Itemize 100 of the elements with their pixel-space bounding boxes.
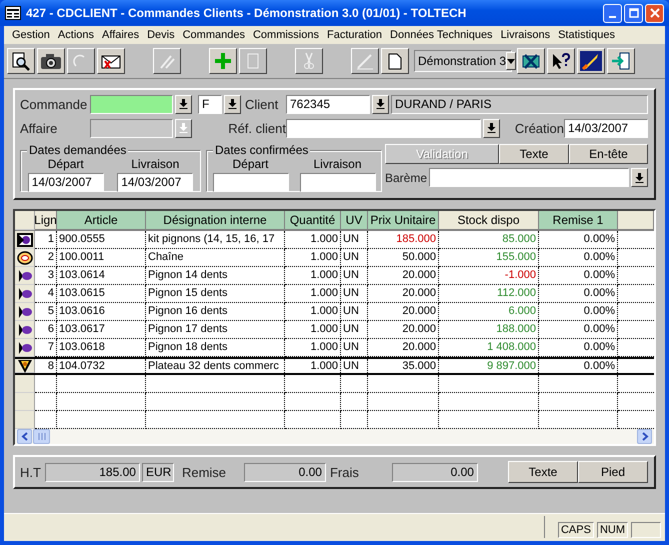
- dropdown-button[interactable]: [372, 94, 389, 114]
- menu-item[interactable]: Commandes: [178, 29, 249, 41]
- row-header: [15, 211, 35, 230]
- table-cell: 0.00%: [539, 231, 618, 249]
- table-cell: 104.0732: [57, 359, 146, 373]
- table-cell: 0.00%: [539, 321, 618, 339]
- scroll-left-button[interactable]: [17, 429, 32, 444]
- menu-item[interactable]: Commissions: [248, 29, 323, 41]
- exit-door-icon: [610, 51, 632, 71]
- table-cell: 103.0615: [57, 285, 146, 303]
- table-cell: 5: [35, 303, 57, 321]
- dropdown-button[interactable]: [175, 118, 192, 138]
- menu-item[interactable]: Gestion: [8, 29, 54, 41]
- field-label: Commande: [20, 96, 88, 112]
- menu-item[interactable]: Livraisons: [496, 29, 554, 41]
- table-cell: 6: [35, 321, 57, 339]
- table-cell: 185.000: [368, 231, 439, 249]
- table-cell: 1.000: [285, 321, 341, 339]
- toolbar-button[interactable]: [547, 48, 575, 74]
- table-cell: UN: [341, 267, 368, 285]
- delivery-date-field[interactable]: 14/03/2007: [117, 173, 194, 192]
- dropdown-button[interactable]: [631, 168, 648, 187]
- column-header[interactable]: UV: [341, 211, 368, 230]
- plus-icon: [212, 51, 234, 71]
- dropdown-button[interactable]: [483, 118, 500, 138]
- column-header[interactable]: Prix Unitaire: [368, 211, 439, 230]
- column-header[interactable]: Quantité: [285, 211, 341, 230]
- delivery-date-field[interactable]: [300, 173, 376, 192]
- table-cell: 8: [35, 359, 57, 373]
- toolbar-button[interactable]: [517, 48, 545, 74]
- departure-date-field[interactable]: 14/03/2007: [28, 173, 104, 192]
- column-header[interactable]: Article: [57, 211, 146, 230]
- field-label: Création: [514, 120, 564, 136]
- minimize-button[interactable]: [603, 4, 622, 22]
- menu-item[interactable]: Facturation: [322, 29, 386, 41]
- table-cell: 103.0617: [57, 321, 146, 339]
- menu-item[interactable]: Affaires: [98, 29, 144, 41]
- rocket-icon: [580, 51, 602, 71]
- menu-item[interactable]: Statistiques: [554, 29, 619, 41]
- field-label: Frais: [330, 464, 360, 480]
- header-button[interactable]: En-tête: [569, 144, 648, 164]
- footer-button[interactable]: Texte: [508, 461, 578, 483]
- creation-date-field[interactable]: 14/03/2007: [564, 118, 648, 138]
- caret-down-icon: [507, 58, 516, 64]
- application-icon: [5, 6, 21, 20]
- help-pointer-icon: [550, 51, 572, 71]
- client-code-field[interactable]: 762345: [286, 94, 370, 114]
- column-header[interactable]: Remise 1: [539, 211, 618, 230]
- toolbar-button[interactable]: [37, 48, 65, 74]
- toolbar-button[interactable]: [577, 48, 605, 74]
- field-label: Barème: [385, 170, 428, 184]
- order-number-field[interactable]: [90, 94, 173, 114]
- table-cell: [368, 393, 439, 411]
- column-header[interactable]: Désignation interne: [146, 211, 285, 230]
- scroll-right-button[interactable]: [637, 429, 652, 444]
- table-cell: UN: [341, 231, 368, 249]
- toolbar-button[interactable]: [607, 48, 635, 74]
- table-cell: 7: [35, 339, 57, 357]
- group-title: Dates confirmées: [213, 143, 310, 157]
- header-button[interactable]: Texte: [499, 144, 569, 164]
- client-reference-field[interactable]: [286, 118, 481, 138]
- column-header[interactable]: Stock dispo: [439, 211, 539, 230]
- toolbar-button[interactable]: [381, 48, 409, 74]
- departure-date-field[interactable]: [212, 173, 288, 192]
- table-cell: 1.000: [285, 231, 341, 249]
- close-button[interactable]: [645, 4, 664, 22]
- menu-item[interactable]: Devis: [143, 29, 179, 41]
- price-scale-field[interactable]: [429, 168, 629, 187]
- horizontal-scrollbar[interactable]: [15, 429, 654, 444]
- chevron-right-icon: [640, 432, 648, 441]
- table-cell: 1.000: [285, 359, 341, 373]
- table-cell: 0.00%: [539, 267, 618, 285]
- column-header[interactable]: Lign: [35, 211, 57, 230]
- maximize-button[interactable]: [624, 4, 643, 22]
- table-cell: 1.000: [285, 285, 341, 303]
- grip-icon: [38, 433, 46, 440]
- table-cell: 20.000: [368, 321, 439, 339]
- toolbar-button[interactable]: [209, 48, 237, 74]
- table-cell: 103.0614: [57, 267, 146, 285]
- table-cell: 0.00%: [539, 303, 618, 321]
- down-arrow-icon: [487, 123, 496, 133]
- menu-item[interactable]: Données Techniques: [386, 29, 497, 41]
- table-cell: [285, 393, 341, 411]
- table-cell: Pignon 14 dents: [146, 267, 285, 285]
- table-cell: 20.000: [368, 303, 439, 321]
- scrollbar-thumb[interactable]: [33, 429, 50, 444]
- dropdown-button[interactable]: [175, 94, 192, 114]
- menu-item[interactable]: Actions: [54, 29, 98, 41]
- group-title: Dates demandées: [27, 143, 128, 157]
- table-cell: 112.000: [439, 285, 539, 303]
- footer-button[interactable]: Pied: [578, 461, 648, 483]
- dropdown-button[interactable]: [224, 94, 241, 114]
- table-cell: 1: [35, 231, 57, 249]
- table-cell: 0.00%: [539, 339, 618, 357]
- toolbar-button[interactable]: [7, 48, 35, 74]
- table-cell: 1.000: [285, 303, 341, 321]
- table-cell: 155.000: [439, 249, 539, 267]
- order-type-field[interactable]: F: [198, 94, 222, 114]
- down-arrow-icon: [179, 123, 188, 133]
- toolbar-button[interactable]: [97, 48, 125, 74]
